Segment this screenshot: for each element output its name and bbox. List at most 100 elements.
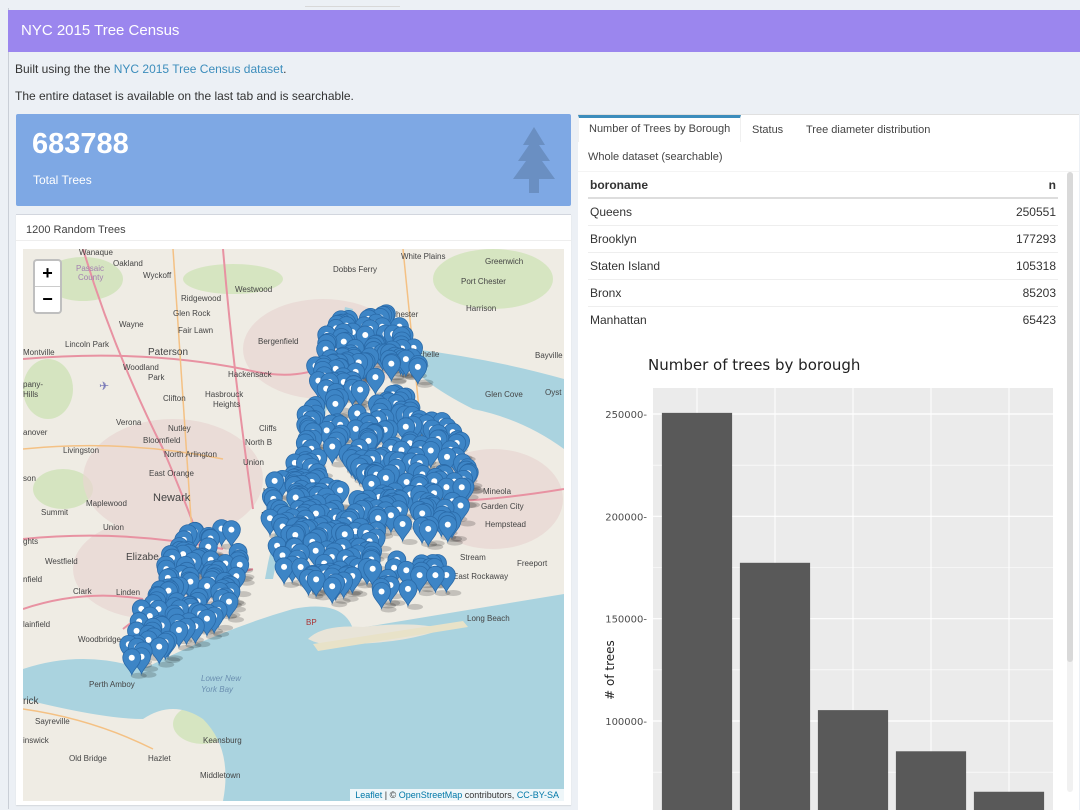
- zoom-control: + −: [33, 259, 62, 314]
- svg-text:Maplewood: Maplewood: [86, 499, 127, 508]
- svg-text:East Orange: East Orange: [149, 469, 194, 478]
- leaflet-map[interactable]: ✈ ✈ Wanaque Oakland Wyckoff Dobbs Ferry …: [23, 249, 564, 801]
- svg-text:Mineola: Mineola: [483, 487, 512, 496]
- svg-text:Dobbs Ferry: Dobbs Ferry: [333, 265, 377, 274]
- tab-whole-dataset[interactable]: Whole dataset (searchable): [578, 144, 733, 170]
- table-cell: Queens: [588, 197, 883, 226]
- zoom-out-button[interactable]: −: [35, 286, 60, 312]
- intro-line-2: The entire dataset is available on the l…: [15, 89, 354, 103]
- marker-shadow: [416, 381, 433, 388]
- scrollbar-thumb[interactable]: [1067, 172, 1073, 662]
- svg-text:Middletown: Middletown: [200, 771, 240, 780]
- table-cell: 250551: [882, 197, 1058, 226]
- osm-link[interactable]: OpenStreetMap: [399, 790, 463, 800]
- svg-text:Wayne: Wayne: [119, 320, 144, 329]
- svg-text:Garden City: Garden City: [481, 502, 524, 511]
- svg-text:Westfield: Westfield: [45, 557, 78, 566]
- svg-text:Perth Amboy: Perth Amboy: [89, 680, 135, 689]
- svg-text:Hills: Hills: [23, 390, 38, 399]
- y-tick-label: 200000-: [605, 512, 647, 523]
- table-row: Manhattan 65423: [588, 306, 1058, 333]
- svg-text:Newark: Newark: [153, 492, 191, 504]
- svg-text:Nutley: Nutley: [168, 424, 191, 433]
- svg-text:inswick: inswick: [23, 736, 50, 745]
- column-header-n[interactable]: n: [882, 171, 1058, 199]
- svg-text:North B: North B: [245, 438, 272, 447]
- svg-text:Harrison: Harrison: [466, 304, 496, 313]
- bar-brooklyn: [739, 562, 811, 810]
- svg-text:Summit: Summit: [41, 508, 69, 517]
- svg-text:Montville: Montville: [23, 348, 55, 357]
- svg-text:Linden: Linden: [116, 588, 140, 597]
- tab-bar: Number of Trees by Borough Status Tree d…: [578, 115, 1079, 172]
- total-trees-label: Total Trees: [33, 173, 92, 187]
- table-cell: 85203: [882, 279, 1058, 307]
- map-panel-title: 1200 Random Trees: [26, 224, 126, 236]
- dataset-link[interactable]: NYC 2015 Tree Census dataset: [114, 62, 283, 76]
- svg-text:Heights: Heights: [213, 400, 240, 409]
- bar-bronx: [895, 751, 967, 810]
- svg-text:Sayreville: Sayreville: [35, 717, 70, 726]
- svg-text:Paterson: Paterson: [148, 347, 188, 358]
- svg-text:East Rockaway: East Rockaway: [453, 572, 508, 581]
- license-link[interactable]: CC-BY-SA: [517, 790, 559, 800]
- svg-text:Hackensack: Hackensack: [228, 370, 273, 379]
- svg-text:Ridgewood: Ridgewood: [181, 294, 221, 303]
- svg-text:anover: anover: [23, 428, 48, 437]
- svg-text:White Plains: White Plains: [401, 252, 445, 261]
- svg-text:Oyst: Oyst: [545, 388, 562, 397]
- attribution-mid: contributors,: [462, 790, 517, 800]
- table-row: Staten Island 105318: [588, 252, 1058, 280]
- zoom-in-button[interactable]: +: [35, 261, 60, 286]
- column-header-boroname[interactable]: boroname: [588, 171, 883, 199]
- svg-text:Old Bridge: Old Bridge: [69, 754, 107, 763]
- svg-text:nfield: nfield: [23, 575, 42, 584]
- table-cell: Bronx: [588, 279, 883, 307]
- svg-text:North Arlington: North Arlington: [164, 450, 217, 459]
- svg-text:✈: ✈: [99, 379, 109, 393]
- borough-bar-chart: Number of trees by borough 100000- 150000…: [603, 356, 1053, 810]
- svg-text:Wyckoff: Wyckoff: [143, 271, 172, 280]
- marker-shadow: [418, 590, 435, 597]
- table-cell: 105318: [882, 252, 1058, 280]
- marker-shadow: [331, 601, 348, 608]
- table-row: Queens 250551: [588, 197, 1058, 226]
- svg-text:rick: rick: [23, 696, 40, 707]
- svg-text:Westwood: Westwood: [235, 285, 272, 294]
- table-cell: 65423: [882, 306, 1058, 333]
- leaflet-link[interactable]: Leaflet: [355, 790, 382, 800]
- map-attribution: Leaflet | © OpenStreetMap contributors, …: [350, 789, 564, 801]
- marker-shadow: [380, 606, 397, 613]
- tab-status[interactable]: Status: [742, 117, 793, 143]
- svg-text:Clifton: Clifton: [163, 394, 186, 403]
- svg-text:Bergenfield: Bergenfield: [258, 337, 298, 346]
- svg-text:Port Chester: Port Chester: [461, 277, 506, 286]
- header-bar: NYC 2015 Tree Census: [8, 10, 1080, 52]
- table-header-row: boroname n: [588, 171, 1058, 199]
- bar-manhattan: [973, 791, 1045, 810]
- tab-diameter-distribution[interactable]: Tree diameter distribution: [796, 117, 940, 143]
- svg-text:York Bay: York Bay: [201, 685, 234, 694]
- intro-suffix: .: [283, 62, 287, 76]
- svg-text:Glen Rock: Glen Rock: [173, 309, 211, 318]
- svg-text:County: County: [78, 273, 103, 282]
- svg-text:Verona: Verona: [116, 418, 142, 427]
- svg-text:Union: Union: [103, 523, 124, 532]
- tab-trees-by-borough[interactable]: Number of Trees by Borough: [578, 115, 742, 142]
- svg-text:Hempstead: Hempstead: [485, 520, 526, 529]
- total-trees-value: 683788: [32, 128, 129, 160]
- svg-text:Lincoln Park: Lincoln Park: [65, 340, 110, 349]
- svg-text:ghts: ghts: [23, 537, 38, 546]
- svg-text:Bloomfield: Bloomfield: [143, 436, 180, 445]
- map-panel-divider: [16, 240, 571, 241]
- marker-shadow: [283, 581, 300, 588]
- marker-shadow: [434, 590, 451, 597]
- svg-text:Passaic: Passaic: [76, 264, 104, 273]
- table-row: Brooklyn 177293: [588, 225, 1058, 253]
- marker-shadow: [228, 616, 245, 623]
- svg-text:Cliffs: Cliffs: [259, 424, 277, 433]
- marker-shadow: [390, 378, 407, 385]
- table-cell: Staten Island: [588, 252, 883, 280]
- y-tick-label: 250000-: [605, 410, 647, 421]
- bar-staten-island: [817, 710, 889, 810]
